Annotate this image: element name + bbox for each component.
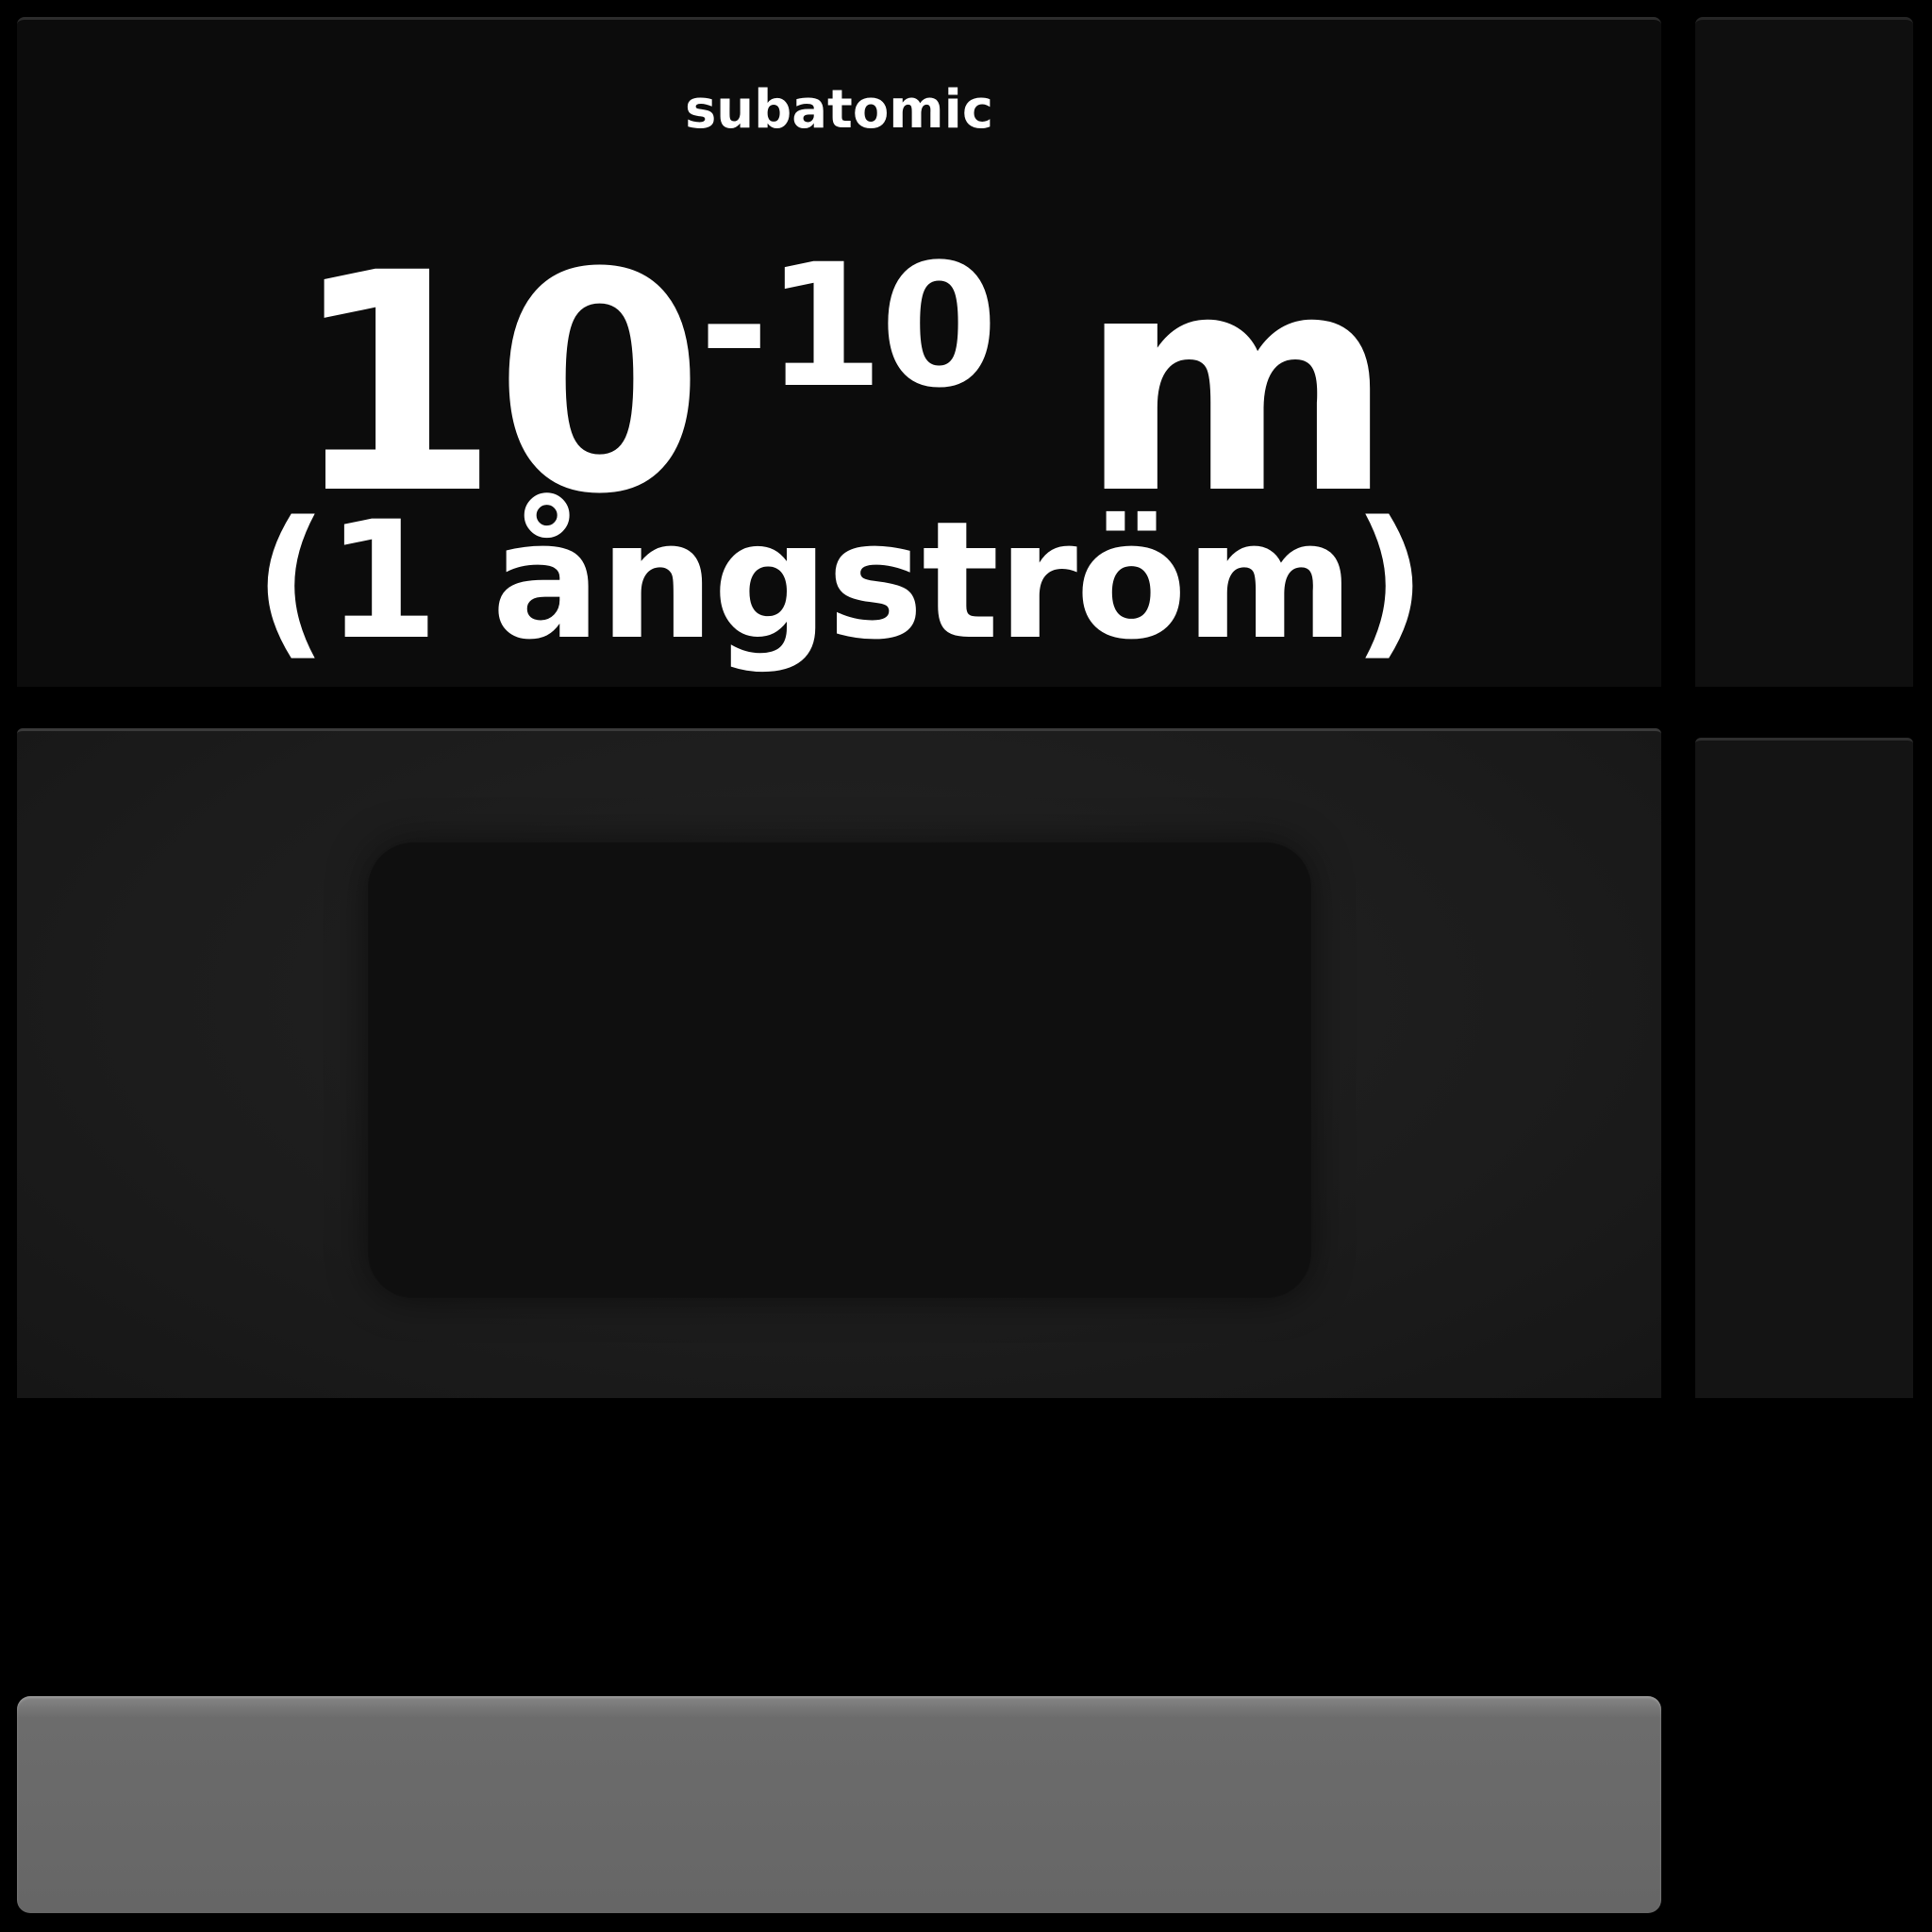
side-panel-bottom [1695, 738, 1913, 1398]
scale-category-label: subatomic [684, 79, 994, 141]
scale-slider-bar[interactable] [17, 1696, 1661, 1913]
image-panel [17, 728, 1661, 1398]
named-unit-label: (1 ångström) [253, 486, 1426, 675]
object-image-screen [368, 842, 1311, 1298]
side-panel-top [1695, 17, 1913, 687]
scale-exponent: -10 [698, 228, 998, 425]
scale-readout: 10-10 m [17, 186, 1661, 536]
scale-display-panel: subatomic 10-10 m (1 ångström) [17, 17, 1661, 687]
